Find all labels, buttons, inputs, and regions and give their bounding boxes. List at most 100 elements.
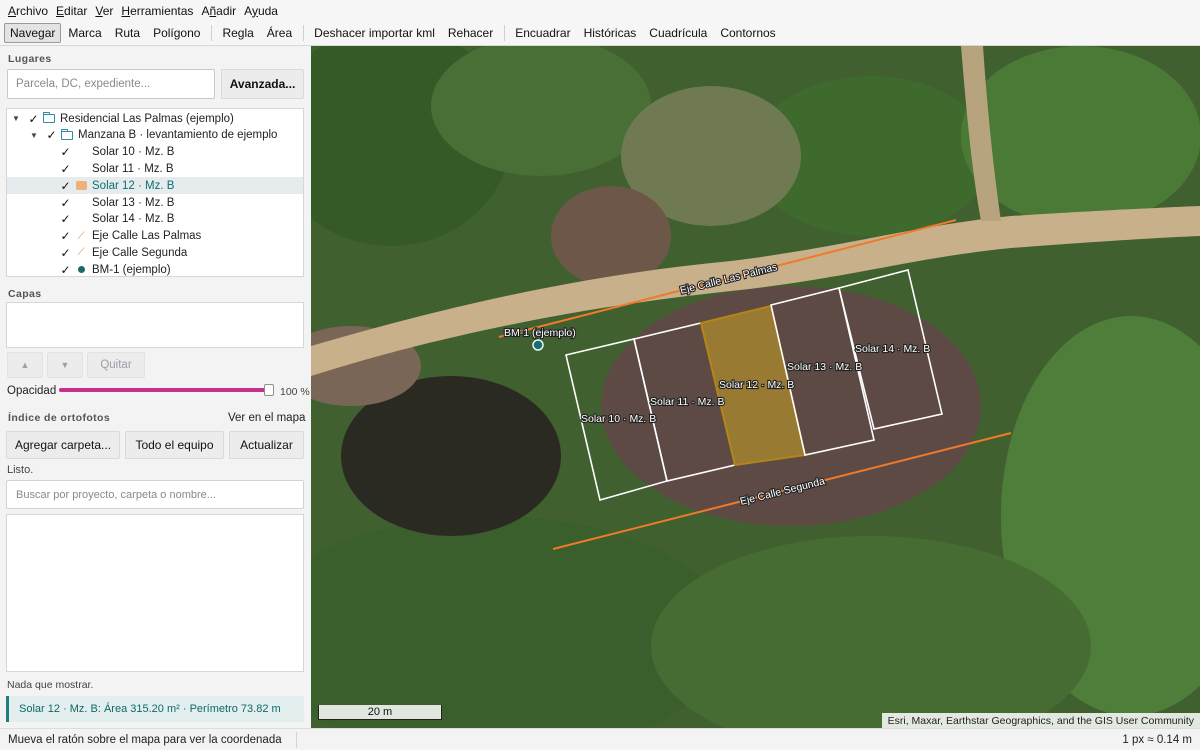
tree-row[interactable]: ▼ ✓ Manzana B · levantamiento de ejemplo [7, 127, 303, 144]
tree-row[interactable]: ✓ Solar 10 · Mz. B [7, 144, 303, 161]
visibility-checkbox[interactable]: ✓ [27, 112, 40, 126]
line-icon: ⟋ [74, 230, 88, 242]
tree-label: Solar 10 · Mz. B [92, 146, 175, 159]
label-bm: BM-1 (ejemplo) [504, 327, 576, 339]
visibility-checkbox[interactable]: ✓ [59, 212, 72, 226]
icon-shape: ⟋ [77, 247, 85, 259]
menu-ver[interactable]: Ver [91, 4, 117, 18]
ortho-results-list[interactable] [6, 514, 304, 672]
visibility-checkbox[interactable]: ✓ [59, 196, 72, 210]
places-search-input[interactable] [7, 69, 215, 99]
tree-label: Solar 14 · Mz. B [92, 213, 175, 226]
line-icon: ⟋ [74, 247, 88, 259]
menu-ayuda[interactable]: Ayuda [240, 4, 282, 18]
visibility-checkbox[interactable]: ✓ [59, 145, 72, 159]
navegar-button[interactable]: Navegar [4, 23, 62, 43]
tree-row[interactable]: ✓ ⟋ Eje Calle Las Palmas [7, 228, 303, 245]
refresh-button[interactable]: Actualizar [229, 431, 304, 459]
show-on-map-toggle[interactable]: Ver en el mapa [216, 412, 305, 424]
visibility-checkbox[interactable]: ✓ [59, 263, 72, 277]
layer-up-button[interactable]: ▲ [7, 352, 43, 378]
tree-label: Eje Calle Segunda [92, 246, 188, 259]
visibility-checkbox[interactable]: ✓ [59, 179, 72, 193]
places-title: Lugares [8, 53, 52, 65]
layer-down-button[interactable]: ▼ [47, 352, 83, 378]
add-folder-button[interactable]: Agregar carpeta... [6, 431, 120, 459]
icon-shape [76, 164, 87, 173]
opacity-slider[interactable] [59, 384, 274, 396]
tree-row[interactable]: ✓ BM-1 (ejemplo) [7, 261, 303, 278]
opacity-label: Opacidad [7, 385, 57, 397]
tree-label: Manzana B · levantamiento de ejemplo [78, 129, 278, 142]
menu-bar: Archivo Editar Ver Herramientas Añadir A… [0, 0, 1200, 21]
visibility-checkbox[interactable]: ✓ [59, 162, 72, 176]
tree-row[interactable]: ▼ ✓ Residencial Las Palmas (ejemplo) [7, 110, 303, 127]
historicas-button[interactable]: Históricas [578, 23, 643, 43]
polygon-icon [74, 213, 88, 225]
visibility-checkbox[interactable]: ✓ [59, 246, 72, 260]
icon-shape [76, 148, 87, 157]
icon-shape [76, 198, 87, 207]
status-bar: Mueva el ratón sobre el mapa para ver la… [0, 728, 1200, 750]
menu-herramientas[interactable]: Herramientas [117, 4, 197, 18]
ortho-index-title: Índice de ortofotos [8, 412, 111, 424]
tree-row[interactable]: ✓ Solar 14 · Mz. B [7, 211, 303, 228]
layers-list[interactable] [6, 302, 304, 348]
show-on-map-checkbox[interactable] [216, 413, 226, 423]
cuadricula-button[interactable]: Cuadrícula [643, 23, 713, 43]
encuadrar-button[interactable]: Encuadrar [509, 23, 576, 43]
icon-shape: ⟋ [77, 230, 85, 242]
menu-anadir[interactable]: Añadir [197, 4, 240, 18]
map-resolution: 1 px ≈ 0.14 m [1122, 733, 1192, 746]
tree-row[interactable]: ✓ ⟋ Eje Calle Segunda [7, 244, 303, 261]
selection-info: Solar 12 · Mz. B: Área 315.20 m² · Perím… [6, 696, 304, 722]
expand-arrow-icon[interactable]: ▼ [29, 131, 39, 140]
advanced-search-button[interactable]: Avanzada... [221, 69, 304, 99]
show-on-map-label: Ver en el mapa [228, 412, 306, 424]
regla-button[interactable]: Regla [216, 23, 259, 43]
menu-editar[interactable]: Editar [52, 4, 91, 18]
tree-label: Solar 13 · Mz. B [92, 196, 175, 209]
ortho-empty-message: Nada que mostrar. [7, 679, 94, 691]
opacity-slider-thumb[interactable] [264, 384, 274, 396]
icon-shape [60, 128, 73, 140]
icon-shape [42, 112, 55, 123]
area-button[interactable]: Área [261, 23, 298, 43]
redo-button[interactable]: Rehacer [442, 23, 499, 43]
opacity-slider-fill [59, 388, 269, 392]
label-solar-12: Solar 12 · Mz. B [719, 379, 794, 391]
menu-archivo[interactable]: Archivo [4, 4, 52, 18]
map-view[interactable]: BM-1 (ejemplo) Eje Calle Las Palmas Eje … [311, 46, 1200, 728]
status-separator [295, 731, 297, 748]
ortho-search-input[interactable] [6, 480, 304, 509]
polygon-icon [74, 197, 88, 209]
scale-bar: 20 m [318, 705, 442, 720]
tree-row[interactable]: ✓ Solar 12 · Mz. B [7, 177, 303, 195]
visibility-checkbox[interactable]: ✓ [45, 128, 58, 142]
tree-row[interactable]: ✓ Solar 13 · Mz. B [7, 194, 303, 211]
all-computer-button[interactable]: Todo el equipo [125, 431, 224, 459]
label-solar-14: Solar 14 · Mz. B [855, 343, 930, 355]
visibility-checkbox[interactable]: ✓ [59, 229, 72, 243]
tree-label: Solar 11 · Mz. B [92, 162, 174, 175]
toolbar-separator [504, 25, 506, 41]
marca-button[interactable]: Marca [62, 23, 107, 43]
satellite-map[interactable]: BM-1 (ejemplo) Eje Calle Las Palmas Eje … [311, 46, 1200, 728]
folder-icon [42, 112, 56, 125]
toolbar-separator [211, 25, 213, 41]
label-solar-11: Solar 11 · Mz. B [650, 396, 725, 408]
undo-button[interactable]: Deshacer importar kml [308, 23, 441, 43]
ruta-button[interactable]: Ruta [109, 23, 146, 43]
tree-row[interactable]: ✓ Solar 11 · Mz. B [7, 160, 303, 177]
ortho-status: Listo. [7, 464, 34, 476]
polygon-icon [74, 180, 88, 192]
benchmark-point[interactable] [532, 339, 544, 351]
icon-shape [76, 215, 87, 224]
expand-arrow-icon[interactable]: ▼ [11, 114, 21, 123]
poligono-button[interactable]: Polígono [147, 23, 206, 43]
contornos-button[interactable]: Contornos [714, 23, 781, 43]
tree-label: Residencial Las Palmas (ejemplo) [60, 112, 234, 125]
layers-title: Capas [8, 288, 42, 300]
layer-remove-button[interactable]: Quitar [87, 352, 145, 378]
label-solar-10: Solar 10 · Mz. B [581, 413, 656, 425]
